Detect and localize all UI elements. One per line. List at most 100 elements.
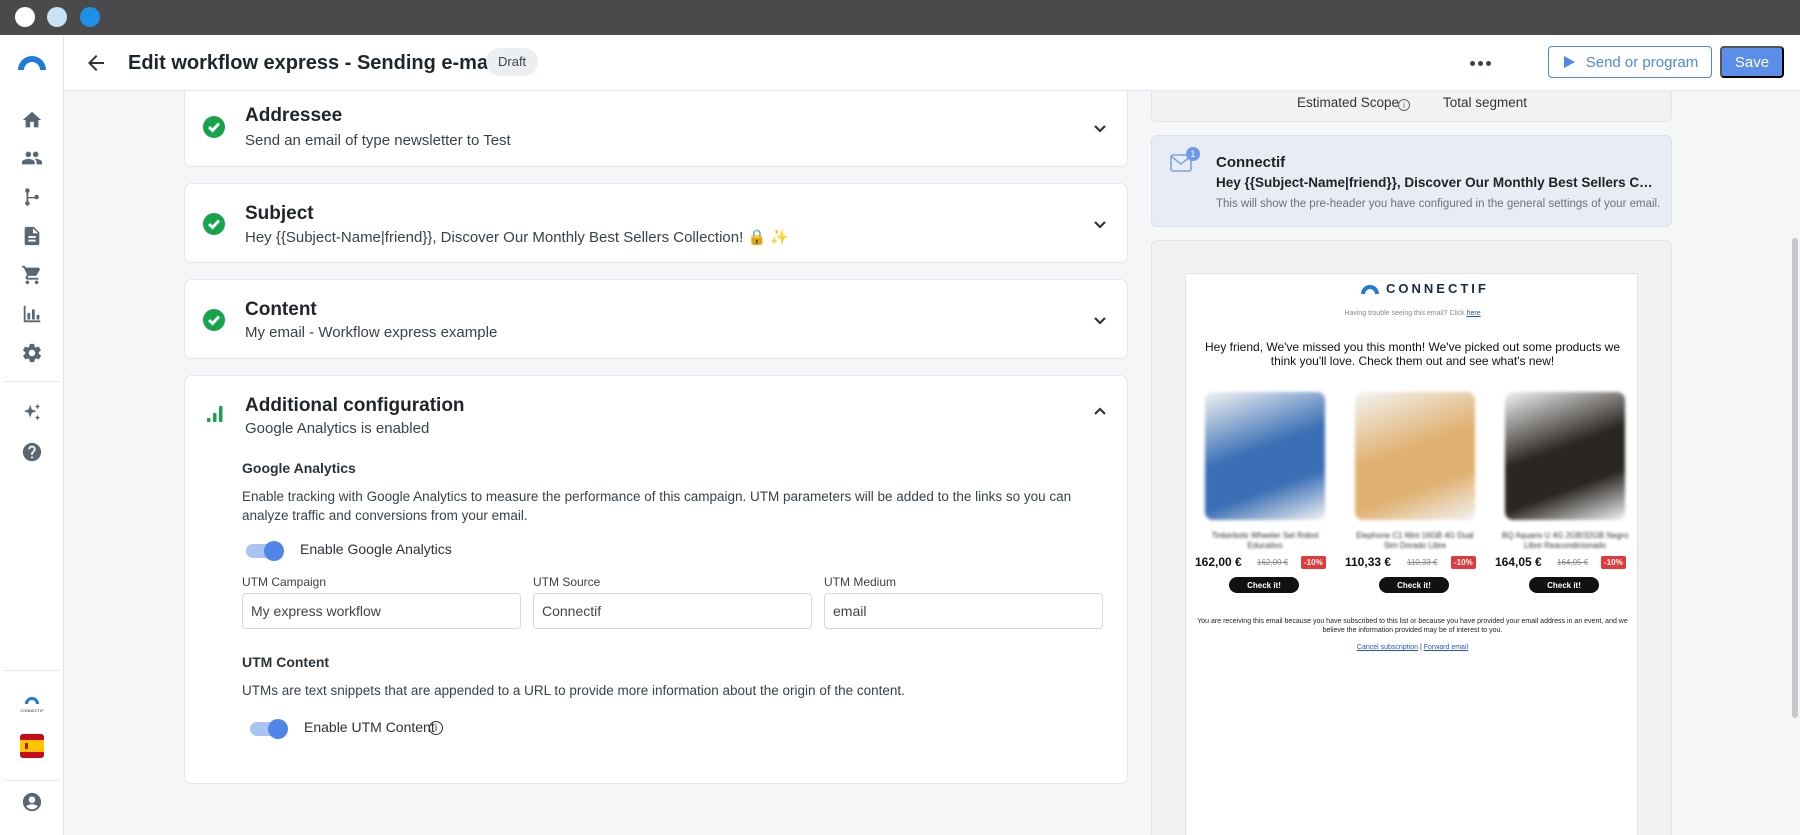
utm-content-toggle-label: Enable UTM Content (304, 719, 435, 735)
product-old-price: 162,00 € (1257, 558, 1289, 567)
window-titlebar (0, 0, 1800, 35)
chevron-down-icon[interactable] (1091, 311, 1109, 329)
email-footer-links: Cancel subscription | Forward email (1186, 644, 1639, 651)
cart-icon[interactable] (20, 263, 44, 287)
product-image (1505, 392, 1625, 520)
check-circle-icon (203, 116, 225, 138)
google-analytics-toggle[interactable] (246, 541, 284, 561)
analytics-bars-icon (205, 404, 225, 424)
step-subject[interactable]: Subject Hey {{Subject-Name|friend}}, Dis… (184, 183, 1128, 263)
info-icon[interactable]: i (429, 721, 443, 735)
chevron-down-icon[interactable] (1091, 215, 1109, 233)
save-button[interactable]: Save (1720, 46, 1784, 78)
brand-wordmark: CONNECTIF (20, 708, 44, 713)
step-title: Subject (245, 203, 314, 224)
step-additional-configuration: Additional configuration Google Analytic… (184, 375, 1128, 784)
utm-content-description: UTMs are text snippets that are appended… (242, 683, 905, 698)
send-or-program-button[interactable]: Send or program (1548, 46, 1712, 78)
account-brand-logo[interactable]: CONNECTIF (16, 690, 48, 720)
utm-campaign-input[interactable] (242, 593, 521, 629)
email-footer-text: You are receiving this email because you… (1197, 618, 1628, 634)
send-or-program-label: Send or program (1585, 53, 1699, 71)
utm-medium-input[interactable] (824, 593, 1103, 629)
unread-count-badge: 1 (1186, 147, 1200, 161)
connectif-logo[interactable] (16, 53, 48, 71)
product-cta-button[interactable]: Check it! (1229, 577, 1299, 593)
email-view-online-link[interactable]: here (1467, 310, 1481, 317)
step-addressee[interactable]: Addressee Send an email of type newslett… (184, 91, 1128, 167)
ai-sparkles-icon[interactable] (20, 401, 44, 425)
check-circle-icon (203, 309, 225, 331)
product-image (1355, 392, 1475, 520)
sidebar: CONNECTIF (0, 35, 64, 835)
help-icon[interactable] (20, 440, 44, 464)
chevron-down-icon[interactable] (1091, 119, 1109, 137)
product-old-price: 110,33 € (1407, 558, 1438, 567)
content-icon[interactable] (20, 224, 44, 248)
inbox-preview: 1 Connectif Hey {{Subject-Name|friend}},… (1151, 135, 1672, 227)
utm-content-toggle[interactable] (250, 719, 288, 739)
forward-email-link[interactable]: Forward email (1424, 644, 1468, 651)
product-discount-badge: -10% (1451, 556, 1476, 569)
window-minimize-button[interactable] (47, 7, 67, 27)
utm-source-input[interactable] (533, 593, 812, 629)
page-header: Edit workflow express - Sending e-mails … (64, 35, 1800, 91)
utm-medium-label: UTM Medium (824, 575, 897, 589)
product-card: Tinkerbots Wheeler Set Robot Educativo 1… (1195, 392, 1335, 607)
sidebar-divider (4, 381, 60, 382)
product-discount-badge: -10% (1601, 556, 1626, 569)
product-price: 164,05 € (1495, 555, 1542, 569)
step-title: Content (245, 299, 317, 320)
product-name: Tinkerbots Wheeler Set Robot Educativo (1211, 531, 1319, 550)
play-icon (1563, 56, 1575, 68)
step-summary: Send an email of type newsletter to Test (245, 132, 511, 149)
google-analytics-toggle-label: Enable Google Analytics (300, 541, 452, 557)
product-image (1205, 392, 1325, 520)
scope-summary: Estimated Scope i Total segment (1151, 91, 1672, 122)
step-content[interactable]: Content My email - Workflow express exam… (184, 279, 1128, 359)
chevron-up-icon[interactable] (1091, 403, 1109, 421)
window-close-button[interactable] (15, 7, 35, 27)
more-options-icon[interactable] (1466, 49, 1494, 77)
step-title: Additional configuration (245, 395, 465, 416)
email-subject-preview: Hey {{Subject-Name|friend}}, Discover Ou… (1216, 175, 1656, 190)
product-price: 162,00 € (1195, 555, 1242, 569)
utm-campaign-label: UTM Campaign (242, 575, 327, 589)
google-analytics-title: Google Analytics (242, 460, 356, 476)
product-card: Elephone C1 Mini 16GB 4G Dual Sim Dorado… (1345, 392, 1485, 607)
email-intro: Hey friend, We've missed you this month!… (1205, 340, 1620, 368)
total-segment-label: Total segment (1443, 95, 1528, 110)
home-icon[interactable] (20, 108, 44, 132)
preheader-note: This will show the pre-header you have c… (1216, 198, 1661, 210)
reports-icon[interactable] (20, 302, 44, 326)
sender-name: Connectif (1216, 154, 1286, 171)
window-maximize-button[interactable] (80, 7, 100, 27)
back-arrow-icon[interactable] (84, 51, 108, 75)
workflows-icon[interactable] (20, 185, 44, 209)
sidebar-divider (4, 780, 60, 781)
step-summary: My email - Workflow express example (245, 324, 498, 341)
email-logo-text: CONNECTIF (1386, 281, 1489, 296)
product-card: BQ Aquaris U 4G 2GB/32GB Negro Libre Rea… (1495, 392, 1635, 607)
step-summary: Hey {{Subject-Name|friend}}, Discover Ou… (245, 229, 789, 246)
step-title: Addressee (245, 105, 343, 126)
check-circle-icon (203, 213, 225, 235)
email-preview: CONNECTIF Having trouble seeing this ema… (1185, 273, 1638, 835)
utm-content-title: UTM Content (242, 654, 330, 670)
product-name: BQ Aquaris U 4G 2GB/32GB Negro Libre Rea… (1501, 531, 1629, 550)
product-name: Elephone C1 Mini 16GB 4G Dual Sim Dorado… (1356, 531, 1474, 550)
page-scrollbar[interactable] (1792, 238, 1798, 718)
estimated-scope-label: Estimated Scope (1297, 95, 1400, 110)
status-badge: Draft (486, 48, 539, 76)
info-icon[interactable]: i (1398, 99, 1410, 111)
step-summary: Google Analytics is enabled (245, 420, 430, 437)
product-cta-button[interactable]: Check it! (1529, 577, 1599, 593)
product-discount-badge: -10% (1301, 556, 1326, 569)
language-flag-spain-icon[interactable] (20, 734, 44, 758)
settings-icon[interactable] (20, 341, 44, 365)
product-cta-button[interactable]: Check it! (1379, 577, 1449, 593)
product-price: 110,33 € (1345, 555, 1392, 569)
cancel-subscription-link[interactable]: Cancel subscription (1357, 644, 1418, 651)
user-account-icon[interactable] (20, 790, 44, 814)
contacts-icon[interactable] (20, 146, 44, 170)
